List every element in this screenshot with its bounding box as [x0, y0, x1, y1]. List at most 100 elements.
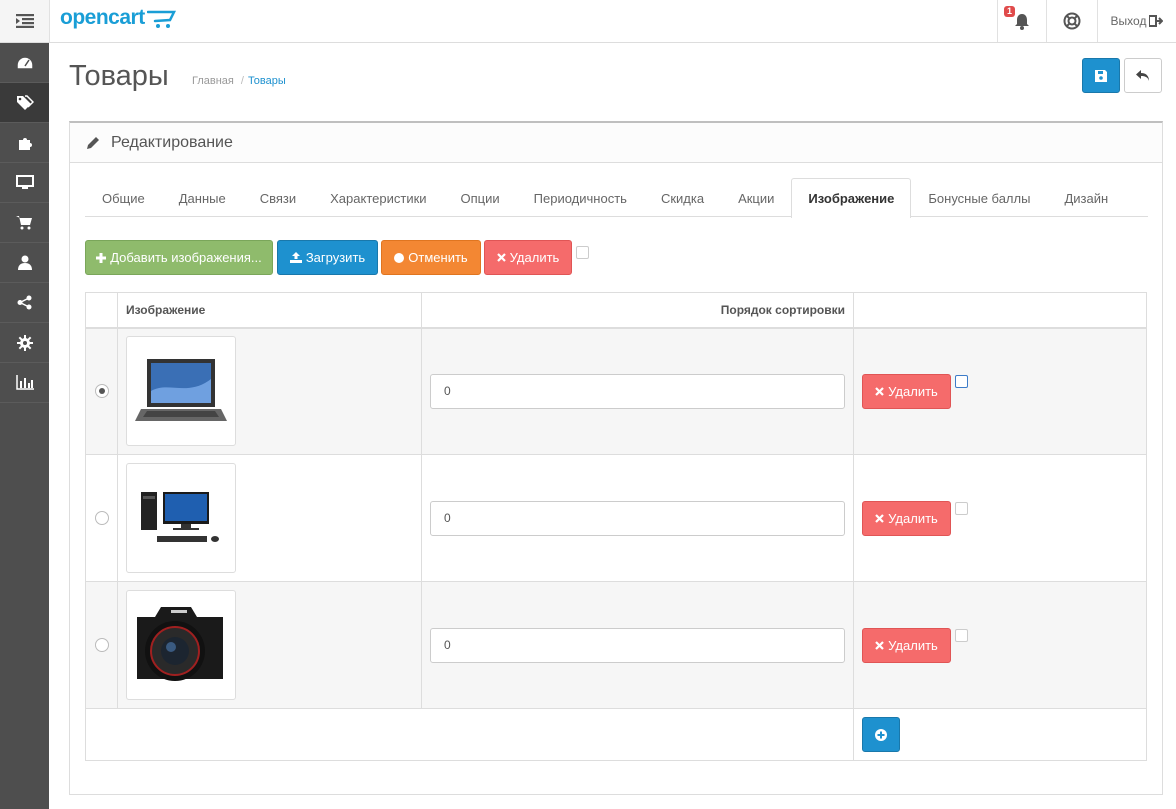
floppy-disk-icon	[1095, 69, 1107, 82]
upload-button[interactable]: Загрузить	[277, 240, 378, 275]
delete-image-label: Удалить	[888, 383, 938, 399]
panel-title: Редактирование	[111, 133, 233, 151]
camera-image	[137, 607, 223, 681]
delete-selected-label: Удалить	[509, 250, 560, 265]
tag-icon	[16, 94, 34, 110]
radio-cell	[85, 454, 118, 582]
sidebar-item-design[interactable]	[0, 163, 49, 203]
add-row-spacer	[85, 708, 854, 761]
logo-text: opencart	[60, 6, 145, 29]
tab-recurring[interactable]: Периодичность	[517, 178, 644, 217]
tab-design[interactable]: Дизайн	[1047, 178, 1125, 217]
tab-reward-points[interactable]: Бонусные баллы	[911, 178, 1047, 217]
sidebar-item-marketing[interactable]	[0, 283, 49, 323]
logout-label: Выход	[1110, 14, 1147, 28]
page-title: Товары	[69, 60, 169, 92]
circle-icon	[394, 252, 405, 263]
times-icon	[496, 253, 506, 262]
header-actions	[853, 292, 1147, 329]
sidebar-item-catalog[interactable]	[0, 83, 49, 123]
plus-circle-icon	[875, 728, 887, 741]
desktop-icon	[15, 175, 34, 189]
sidebar-item-sales[interactable]	[0, 203, 49, 243]
breadcrumb-current[interactable]: Товары	[248, 75, 286, 87]
action-cell: Удалить	[853, 327, 1147, 455]
sidebar-item-extensions[interactable]	[0, 123, 49, 163]
image-cell	[117, 454, 422, 582]
add-image-row-button[interactable]	[862, 717, 900, 752]
sidebar	[0, 43, 49, 809]
breadcrumb: Главная / Товары	[192, 75, 286, 87]
laptop-image	[135, 359, 227, 422]
sidebar-item-reports[interactable]	[0, 363, 49, 403]
panel-heading: Редактирование	[70, 123, 1162, 163]
cancel-button[interactable]: Отменить	[381, 240, 481, 275]
select-all-checkbox[interactable]	[576, 246, 589, 259]
notification-badge: 1	[1004, 6, 1016, 17]
add-row-action	[853, 708, 1147, 761]
action-cell: Удалить	[853, 454, 1147, 582]
delete-image-label: Удалить	[888, 510, 938, 526]
main-image-radio[interactable]	[94, 511, 109, 525]
tab-links[interactable]: Связи	[243, 178, 313, 217]
delete-image-button[interactable]: Удалить	[862, 500, 968, 536]
back-button[interactable]	[1124, 58, 1162, 93]
sidebar-item-dashboard[interactable]	[0, 43, 49, 83]
menu-icon	[15, 14, 34, 28]
top-header: opencart 1 Выход	[0, 0, 1176, 43]
sign-out-icon	[1149, 15, 1164, 27]
image-thumbnail[interactable]	[126, 463, 236, 573]
breadcrumb-home[interactable]: Главная	[192, 75, 234, 87]
sort-cell: 0	[421, 581, 854, 709]
header-image: Изображение	[117, 292, 422, 329]
images-table: Изображение Порядок сортировки 0 Удалить	[85, 292, 1147, 761]
sort-order-input[interactable]: 0	[430, 373, 845, 409]
upload-label: Загрузить	[305, 250, 366, 265]
puzzle-icon	[18, 137, 32, 150]
tab-options[interactable]: Опции	[444, 178, 517, 217]
tab-special[interactable]: Акции	[721, 178, 791, 217]
tab-attributes[interactable]: Характеристики	[313, 178, 443, 217]
menu-toggle-button[interactable]	[0, 0, 50, 42]
notifications-button[interactable]: 1	[997, 0, 1046, 42]
delete-image-label: Удалить	[888, 637, 938, 653]
radio-cell	[85, 581, 118, 709]
share-icon	[17, 295, 32, 310]
row-checkbox[interactable]	[955, 374, 968, 388]
main-image-radio[interactable]	[94, 638, 109, 652]
sort-order-input[interactable]: 0	[430, 500, 845, 536]
image-cell	[117, 581, 422, 709]
cart-logo-icon	[146, 10, 176, 28]
opencart-logo[interactable]: opencart	[60, 6, 179, 30]
tab-discount[interactable]: Скидка	[644, 178, 721, 217]
sort-order-input[interactable]: 0	[430, 627, 845, 663]
header-radio	[85, 292, 118, 329]
table-row: 0 Удалить	[85, 327, 1147, 455]
sidebar-item-customers[interactable]	[0, 243, 49, 283]
user-icon	[17, 255, 32, 270]
times-icon	[875, 640, 884, 650]
add-images-button[interactable]: Добавить изображения...	[85, 240, 273, 275]
main-image-radio[interactable]	[94, 384, 109, 399]
delete-selected-button[interactable]: Удалить	[484, 240, 572, 275]
tab-data[interactable]: Данные	[162, 178, 243, 217]
row-checkbox[interactable]	[955, 628, 968, 642]
row-checkbox[interactable]	[955, 501, 968, 515]
bar-chart-icon	[15, 375, 34, 390]
sidebar-item-system[interactable]	[0, 323, 49, 363]
help-button[interactable]	[1046, 0, 1097, 42]
save-button[interactable]	[1082, 58, 1120, 93]
delete-image-button[interactable]: Удалить	[862, 373, 968, 409]
tab-general[interactable]: Общие	[85, 178, 162, 217]
dashboard-icon	[15, 55, 34, 70]
image-thumbnail[interactable]	[126, 590, 236, 700]
image-cell	[117, 327, 422, 455]
action-cell: Удалить	[853, 581, 1147, 709]
logout-button[interactable]: Выход	[1097, 0, 1176, 42]
sort-cell: 0	[421, 327, 854, 455]
image-thumbnail[interactable]	[126, 336, 236, 447]
delete-image-button[interactable]: Удалить	[862, 627, 968, 663]
desktop-computer-image	[141, 492, 219, 542]
sort-cell: 0	[421, 454, 854, 582]
tab-image[interactable]: Изображение	[791, 178, 912, 218]
